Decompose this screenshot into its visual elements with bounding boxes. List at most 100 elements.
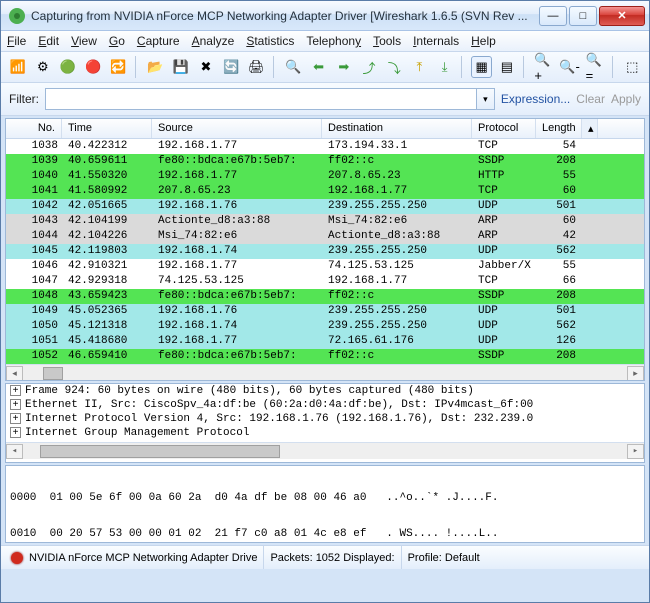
table-row[interactable]: 103840.422312192.168.1.77173.194.33.1TCP… [6, 139, 644, 154]
maximize-button[interactable]: □ [569, 6, 597, 26]
table-row[interactable]: 104542.119803192.168.1.74239.255.255.250… [6, 244, 644, 259]
apply-link[interactable]: Apply [611, 92, 641, 106]
table-row[interactable]: 104742.92931874.125.53.125192.168.1.77TC… [6, 274, 644, 289]
start-icon[interactable]: 🟢 [57, 56, 78, 78]
first-icon[interactable]: ⤒ [409, 56, 430, 78]
detail-line[interactable]: +Ethernet II, Src: CiscoSpv_4a:df:be (60… [6, 398, 644, 412]
expand-icon[interactable]: + [10, 427, 21, 438]
zoom-in-icon[interactable]: 🔍+ [533, 56, 554, 78]
table-row[interactable]: 104342.104199Actionte_d8:a3:88Msi_74:82:… [6, 214, 644, 229]
resize-cols-icon[interactable]: ⬚ [622, 56, 643, 78]
detail-line[interactable]: +Frame 924: 60 bytes on wire (480 bits),… [6, 384, 644, 398]
menu-go[interactable]: Go [109, 34, 125, 48]
table-row[interactable]: 104242.051665192.168.1.76239.255.255.250… [6, 199, 644, 214]
scroll-left-icon[interactable]: ◂ [6, 366, 23, 381]
separator [461, 56, 465, 78]
detail-line[interactable]: +Internet Group Management Protocol [6, 426, 644, 440]
separator [135, 56, 139, 78]
expression-link[interactable]: Expression... [501, 92, 570, 106]
back-icon[interactable]: ⬅ [308, 56, 329, 78]
status-packets: Packets: 1052 Displayed: [264, 546, 401, 569]
clear-link[interactable]: Clear [576, 92, 605, 106]
reload-icon[interactable]: 🔄 [221, 56, 242, 78]
expand-icon[interactable]: + [10, 399, 21, 410]
menu-view[interactable]: View [71, 34, 97, 48]
table-row[interactable]: 104041.550320192.168.1.77207.8.65.23HTTP… [6, 169, 644, 184]
scroll-left-icon[interactable]: ◂ [6, 444, 23, 459]
packet-detail-pane[interactable]: +Frame 924: 60 bytes on wire (480 bits),… [5, 383, 645, 463]
find-icon[interactable]: 🔍 [283, 56, 304, 78]
restart-icon[interactable]: 🔁 [108, 56, 129, 78]
open-icon[interactable]: 📂 [145, 56, 166, 78]
menu-edit[interactable]: Edit [38, 34, 59, 48]
hscroll-detail[interactable]: ◂ ▸ [6, 442, 644, 459]
col-scroll-spacer: ▴ [582, 119, 598, 138]
hex-line: 0000 01 00 5e 6f 00 0a 60 2a d0 4a df be… [10, 492, 640, 504]
col-protocol[interactable]: Protocol [472, 119, 536, 138]
menu-statistics[interactable]: Statistics [246, 34, 294, 48]
table-row[interactable]: 105145.418680192.168.1.7772.165.61.176UD… [6, 334, 644, 349]
packet-headers: No. Time Source Destination Protocol Len… [6, 119, 644, 139]
filter-input[interactable] [45, 88, 477, 110]
status-interface: NVIDIA nForce MCP Networking Adapter Dri… [5, 546, 264, 569]
table-row[interactable]: 104642.910321192.168.1.7774.125.53.125Ja… [6, 259, 644, 274]
menu-capture[interactable]: Capture [137, 34, 180, 48]
filter-dropdown-icon[interactable]: ▾ [477, 88, 495, 110]
table-row[interactable]: 104843.659423fe80::bdca:e67b:5eb7:ff02::… [6, 289, 644, 304]
packet-rows[interactable]: 103840.422312192.168.1.77173.194.33.1TCP… [6, 139, 644, 364]
separator [523, 56, 527, 78]
table-row[interactable]: 104141.580992207.8.65.23192.168.1.77TCP6… [6, 184, 644, 199]
table-row[interactable]: 103940.659611fe80::bdca:e67b:5eb7:ff02::… [6, 154, 644, 169]
minimize-button[interactable]: — [539, 6, 567, 26]
print-icon[interactable]: 🖨 [246, 56, 267, 78]
col-source[interactable]: Source [152, 119, 322, 138]
hex-line: 0010 00 20 57 53 00 00 01 02 21 f7 c0 a8… [10, 528, 640, 540]
col-time[interactable]: Time [62, 119, 152, 138]
toolbar: 📶 ⚙ 🟢 🔴 🔁 📂 💾 ✖ 🔄 🖨 🔍 ⬅ ➡ ⤴ ⤵ ⤒ ⤓ ▦ ▤ 🔍+… [1, 52, 649, 83]
forward-icon[interactable]: ➡ [333, 56, 354, 78]
packet-bytes-pane[interactable]: 0000 01 00 5e 6f 00 0a 60 2a d0 4a df be… [5, 465, 645, 543]
menu-internals[interactable]: Internals [413, 34, 459, 48]
col-length[interactable]: Length [536, 119, 582, 138]
hscroll[interactable]: ◂ ▸ [6, 364, 644, 381]
table-row[interactable]: 104442.104226Msi_74:82:e6Actionte_d8:a3:… [6, 229, 644, 244]
app-icon [9, 8, 25, 24]
menubar: File Edit View Go Capture Analyze Statis… [1, 31, 649, 52]
stop-icon[interactable]: 🔴 [83, 56, 104, 78]
interfaces-icon[interactable]: 📶 [7, 56, 28, 78]
filter-label: Filter: [9, 92, 39, 106]
col-no[interactable]: No. [6, 119, 62, 138]
jump-icon[interactable]: ⤴ [358, 56, 379, 78]
menu-file[interactable]: File [7, 34, 26, 48]
menu-analyze[interactable]: Analyze [192, 34, 235, 48]
expand-icon[interactable]: + [10, 385, 21, 396]
close-file-icon[interactable]: ✖ [195, 56, 216, 78]
scroll-right-icon[interactable]: ▸ [627, 366, 644, 381]
filter-bar: Filter: ▾ Expression... Clear Apply [1, 83, 649, 116]
table-row[interactable]: 105045.121318192.168.1.74239.255.255.250… [6, 319, 644, 334]
status-interface-text: NVIDIA nForce MCP Networking Adapter Dri… [29, 552, 257, 564]
packet-list-pane: No. Time Source Destination Protocol Len… [5, 118, 645, 381]
options-icon[interactable]: ⚙ [32, 56, 53, 78]
col-destination[interactable]: Destination [322, 119, 472, 138]
menu-help[interactable]: Help [471, 34, 496, 48]
expand-icon[interactable]: + [10, 413, 21, 424]
close-button[interactable]: ✕ [599, 6, 645, 26]
menu-telephony[interactable]: Telephony [306, 34, 361, 48]
table-row[interactable]: 104945.052365192.168.1.76239.255.255.250… [6, 304, 644, 319]
detail-line[interactable]: +Internet Protocol Version 4, Src: 192.1… [6, 412, 644, 426]
zoom-out-icon[interactable]: 🔍- [559, 56, 581, 78]
goto-icon[interactable]: ⤵ [384, 56, 405, 78]
scroll-thumb[interactable] [43, 367, 63, 380]
scroll-right-icon[interactable]: ▸ [627, 444, 644, 459]
scroll-thumb[interactable] [40, 445, 280, 458]
separator [273, 56, 277, 78]
zoom-reset-icon[interactable]: 🔍= [585, 56, 606, 78]
menu-tools[interactable]: Tools [373, 34, 401, 48]
autoscroll-icon[interactable]: ▤ [496, 56, 517, 78]
table-row[interactable]: 105246.659410fe80::bdca:e67b:5eb7:ff02::… [6, 349, 644, 364]
last-icon[interactable]: ⤓ [434, 56, 455, 78]
colorize-icon[interactable]: ▦ [471, 56, 492, 78]
titlebar: Capturing from NVIDIA nForce MCP Network… [1, 1, 649, 31]
save-icon[interactable]: 💾 [170, 56, 191, 78]
